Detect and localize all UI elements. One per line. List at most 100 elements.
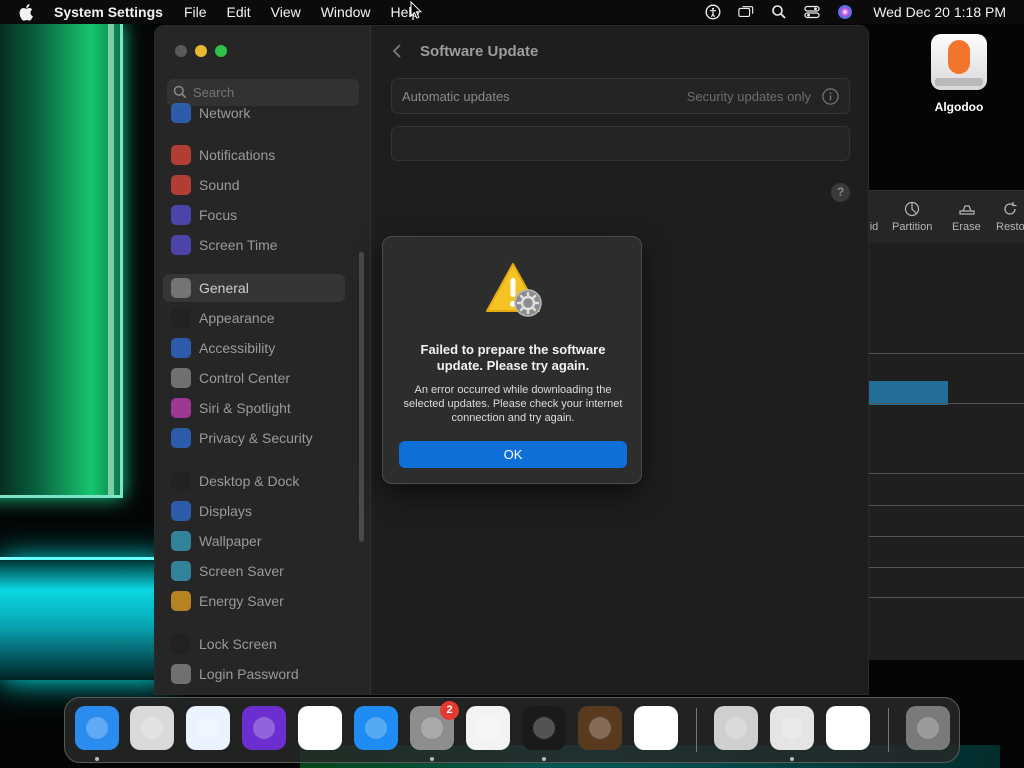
apple-menu-icon[interactable] bbox=[18, 3, 36, 21]
finder-icon bbox=[86, 717, 108, 739]
back-button[interactable] bbox=[389, 42, 405, 60]
sidebar-item-siri-spotlight[interactable]: Siri & Spotlight bbox=[163, 394, 345, 422]
dock-chrome[interactable] bbox=[298, 706, 342, 750]
toolbar-partition[interactable]: Partition bbox=[892, 201, 932, 233]
dock-safari[interactable] bbox=[186, 706, 230, 750]
spotlight-search-icon[interactable] bbox=[771, 4, 787, 20]
disk-divider bbox=[868, 567, 1024, 568]
sidebar-item-displays[interactable]: Displays bbox=[163, 497, 345, 525]
disk-utility-window: id Partition Erase Resto bbox=[868, 190, 1024, 660]
sidebar-item-label: Desktop & Dock bbox=[199, 473, 300, 489]
toolbar-erase[interactable]: Erase bbox=[952, 201, 981, 233]
menu-edit[interactable]: Edit bbox=[227, 4, 251, 20]
dock-finder[interactable] bbox=[75, 706, 119, 750]
sidebar-item-login-password[interactable]: Login Password bbox=[163, 660, 345, 688]
sidebar-item-privacy-security[interactable]: Privacy & Security bbox=[163, 424, 345, 452]
ok-button[interactable]: OK bbox=[399, 441, 627, 468]
gear-icon bbox=[171, 278, 191, 298]
trash-icon bbox=[917, 717, 939, 739]
dock-textedit[interactable] bbox=[466, 706, 510, 750]
speaker-icon bbox=[171, 175, 191, 195]
dock-disk-utility[interactable] bbox=[770, 706, 814, 750]
minimize-window-button[interactable] bbox=[195, 45, 207, 57]
control-center-icon[interactable] bbox=[804, 4, 820, 20]
dock-app-store[interactable] bbox=[354, 706, 398, 750]
launchpad-icon bbox=[141, 717, 163, 739]
sidebar-item-wallpaper[interactable]: Wallpaper bbox=[163, 527, 345, 555]
terminal-icon bbox=[533, 717, 555, 739]
sidebar-item-desktop-dock[interactable]: Desktop & Dock bbox=[163, 467, 345, 495]
sidebar-item-general[interactable]: General bbox=[163, 274, 345, 302]
page-title: Software Update bbox=[420, 43, 539, 60]
desktop-icon-algodoo[interactable]: Algodoo bbox=[926, 34, 992, 114]
firefox-icon bbox=[253, 717, 275, 739]
dock-firefox[interactable] bbox=[242, 706, 286, 750]
menu-clock[interactable]: Wed Dec 20 1:18 PM bbox=[873, 4, 1006, 20]
dock-capcut[interactable] bbox=[826, 706, 870, 750]
sidebar-item-sound[interactable]: Sound bbox=[163, 171, 345, 199]
running-indicator bbox=[430, 757, 434, 761]
sidebar-item-label: Displays bbox=[199, 503, 252, 519]
wallpaper-cyan-band bbox=[0, 560, 170, 680]
sidebar-item-label: Focus bbox=[199, 207, 238, 223]
desktop-icon-label: Algodoo bbox=[934, 100, 984, 114]
siri-icon[interactable] bbox=[837, 4, 853, 20]
lock-icon bbox=[171, 664, 191, 684]
screen-mirroring-icon[interactable] bbox=[738, 4, 754, 20]
algodoo-drive-icon bbox=[931, 34, 987, 90]
help-button[interactable]: ? bbox=[831, 183, 850, 202]
sidebar-item-energy-saver[interactable]: Energy Saver bbox=[163, 587, 345, 615]
boot-camp-icon bbox=[725, 717, 747, 739]
close-window-button[interactable] bbox=[175, 45, 187, 57]
zoom-window-button[interactable] bbox=[215, 45, 227, 57]
menu-bar: System Settings File Edit View Window He… bbox=[0, 0, 1024, 24]
dock-garageband[interactable] bbox=[578, 706, 622, 750]
alert-message: An error occurred while downloading the … bbox=[403, 384, 623, 424]
sidebar-item-lock-screen[interactable]: Lock Screen bbox=[163, 630, 345, 658]
sidebar-item-appearance[interactable]: Appearance bbox=[163, 304, 345, 332]
menu-file[interactable]: File bbox=[184, 4, 207, 20]
menu-bar-extras: Wed Dec 20 1:18 PM bbox=[688, 0, 1006, 24]
accessibility-status-icon[interactable] bbox=[705, 4, 721, 20]
app-store-icon bbox=[365, 717, 387, 739]
info-icon[interactable] bbox=[822, 88, 839, 105]
dock-boot-camp[interactable] bbox=[714, 706, 758, 750]
menu-window[interactable]: Window bbox=[321, 4, 371, 20]
sidebar-item-label: Notifications bbox=[199, 147, 276, 163]
safari-icon bbox=[197, 717, 219, 739]
bell-icon bbox=[171, 145, 191, 165]
sidebar-item-screen-time[interactable]: Screen Time bbox=[163, 231, 345, 259]
dock-trash[interactable] bbox=[906, 706, 950, 750]
sidebar-item-label: Screen Saver bbox=[199, 563, 284, 579]
disk-utility-icon bbox=[781, 717, 803, 739]
settings-sidebar: Network Notifications Sound Focus Screen Tim… bbox=[155, 26, 371, 694]
dock-vscode[interactable] bbox=[634, 706, 678, 750]
sidebar-item-accessibility[interactable]: Accessibility bbox=[163, 334, 345, 362]
menu-app-name[interactable]: System Settings bbox=[54, 4, 163, 20]
sidebar-item-notifications[interactable]: Notifications bbox=[163, 141, 345, 169]
dock-launchpad[interactable] bbox=[130, 706, 174, 750]
sidebar-item-label: Lock Screen bbox=[199, 636, 277, 652]
sidebar-item-focus[interactable]: Focus bbox=[163, 201, 345, 229]
disk-divider bbox=[868, 353, 1024, 354]
sidebar-item-network[interactable]: Network bbox=[163, 99, 345, 127]
flower-icon bbox=[171, 531, 191, 551]
hand-icon bbox=[171, 428, 191, 448]
disk-divider bbox=[868, 473, 1024, 474]
sidebar-item-label: Siri & Spotlight bbox=[199, 400, 291, 416]
sidebar-item-label: Login Password bbox=[199, 666, 299, 682]
automatic-updates-row[interactable]: Automatic updates Security updates only bbox=[391, 78, 850, 114]
sidebar-scrollbar[interactable] bbox=[359, 252, 364, 542]
menu-view[interactable]: View bbox=[271, 4, 301, 20]
sidebar-item-label: Wallpaper bbox=[199, 533, 262, 549]
dock-separator bbox=[696, 708, 697, 752]
dock-terminal[interactable] bbox=[522, 706, 566, 750]
sidebar-item-label: Network bbox=[199, 105, 251, 121]
sidebar-item-control-center[interactable]: Control Center bbox=[163, 364, 345, 392]
error-alert-dialog: Failed to prepare the software update. P… bbox=[382, 236, 642, 484]
siri-icon bbox=[171, 398, 191, 418]
sidebar-item-screen-saver[interactable]: Screen Saver bbox=[163, 557, 345, 585]
dock-icon bbox=[171, 471, 191, 491]
restore-icon bbox=[1002, 201, 1018, 217]
toolbar-restore[interactable]: Resto bbox=[996, 201, 1024, 233]
